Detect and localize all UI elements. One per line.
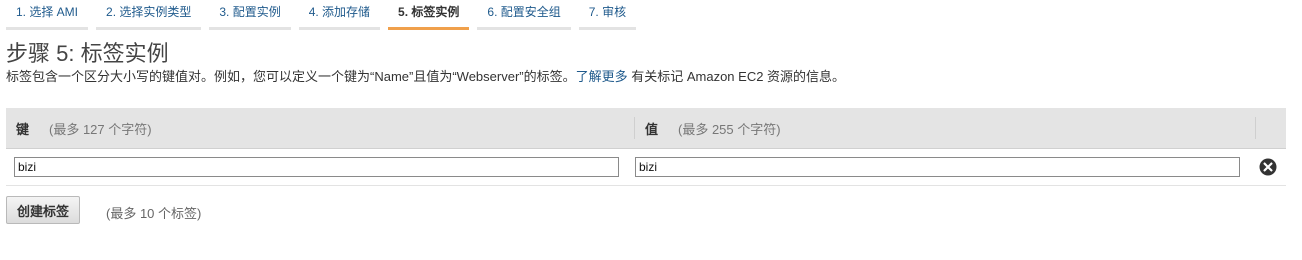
tags-table: 键 (最多 127 个字符) 值 (最多 255 个字符) (6, 108, 1286, 186)
learn-more-link[interactable]: 了解更多 (576, 69, 628, 84)
tags-table-header: 键 (最多 127 个字符) 值 (最多 255 个字符) (6, 108, 1286, 149)
key-column-header: 键 (最多 127 个字符) (6, 117, 635, 139)
table-row (6, 149, 1286, 186)
wizard-step-add-storage[interactable]: 4. 添加存储 (298, 0, 381, 30)
wizard-step-configure-instance[interactable]: 3. 配置实例 (209, 0, 291, 30)
wizard-step-instance-type[interactable]: 2. 选择实例类型 (96, 0, 202, 30)
wizard-step-review[interactable]: 7. 审核 (578, 0, 637, 30)
page-title: 步骤 5: 标签实例 (6, 41, 169, 66)
wizard-nav: 1. 选择 AMI 2. 选择实例类型 3. 配置实例 4. 添加存储 5. 标… (6, 0, 644, 30)
value-header-label: 值 (645, 121, 659, 137)
tag-key-input[interactable] (14, 157, 619, 177)
wizard-step-tag-instance[interactable]: 5. 标签实例 (388, 0, 470, 30)
tag-value-input[interactable] (635, 157, 1240, 177)
tag-limit-hint: (最多 10 个标签) (106, 206, 202, 221)
value-column-header: 值 (最多 255 个字符) (635, 117, 1256, 139)
value-header-hint: (最多 255 个字符) (678, 121, 781, 137)
description-text: 标签包含一个区分大小写的键值对。例如，您可以定义一个键为“Name”且值为“We… (6, 69, 576, 84)
create-tag-button[interactable]: 创建标签 (6, 196, 81, 224)
wizard-step-security-group[interactable]: 6. 配置安全组 (477, 0, 571, 30)
description-text-end: 有关标记 Amazon EC2 资源的信息。 (627, 69, 846, 84)
key-header-hint: (最多 127 个字符) (49, 121, 152, 137)
page-description: 标签包含一个区分大小写的键值对。例如，您可以定义一个键为“Name”且值为“We… (6, 68, 845, 86)
key-header-label: 键 (16, 121, 30, 137)
wizard-step-choose-ami[interactable]: 1. 选择 AMI (6, 0, 89, 30)
remove-tag-icon[interactable] (1259, 158, 1277, 176)
